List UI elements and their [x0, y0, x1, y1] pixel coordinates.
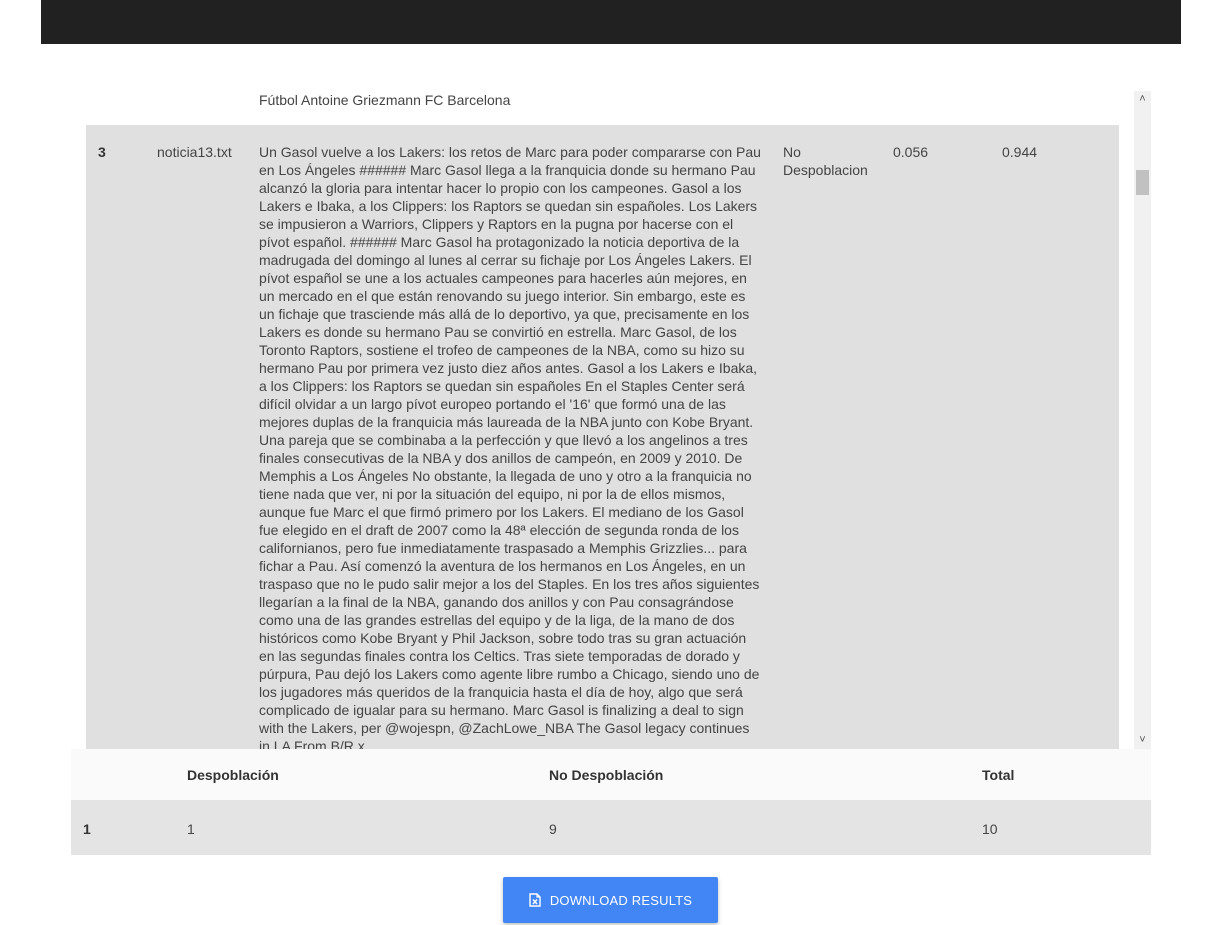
table-row: Fútbol Antoine Griezmann FC Barcelona: [86, 91, 1119, 125]
summary-no-despoblacion-count: 9: [549, 821, 557, 837]
summary-header-row: Despoblación No Despoblación Total: [71, 749, 1151, 800]
top-navbar: [41, 0, 1181, 44]
summary-despoblacion-count: 1: [187, 821, 195, 837]
row-index: 3: [98, 144, 106, 160]
row-news-text: Un Gasol vuelve a los Lakers: los retos …: [259, 144, 761, 749]
download-results-button[interactable]: DOWNLOAD RESULTS: [503, 877, 718, 923]
table-row: 1 1 9 10: [71, 800, 1151, 855]
previous-row-text: Fútbol Antoine Griezmann FC Barcelona: [259, 92, 511, 108]
row-probability-2: 0.944: [1002, 144, 1038, 160]
row-filename: noticia13.txt: [157, 144, 232, 160]
row-prediction-label: No Despoblacion: [783, 144, 868, 178]
scrollbar-thumb[interactable]: [1136, 170, 1149, 195]
table-row: 3 noticia13.txt Un Gasol vuelve a los La…: [86, 125, 1119, 749]
scroll-down-icon[interactable]: ˅: [1134, 732, 1151, 749]
results-table-scroll[interactable]: Fútbol Antoine Griezmann FC Barcelona 3 …: [86, 91, 1119, 749]
summary-total-count: 10: [982, 821, 998, 837]
summary-header-despoblacion: Despoblación: [187, 767, 279, 783]
summary-row-index: 1: [83, 821, 91, 837]
download-results-label: DOWNLOAD RESULTS: [549, 892, 693, 908]
summary-header-total: Total: [982, 767, 1015, 783]
vertical-scrollbar[interactable]: ˄ ˅: [1134, 91, 1151, 749]
row-probability-1: 0.056: [893, 144, 929, 160]
summary-header-no-despoblacion: No Despoblación: [549, 767, 664, 783]
excel-file-icon: [529, 893, 541, 907]
summary-table: Despoblación No Despoblación Total 1 1 9…: [71, 749, 1151, 855]
scroll-up-icon[interactable]: ˄: [1134, 91, 1151, 108]
